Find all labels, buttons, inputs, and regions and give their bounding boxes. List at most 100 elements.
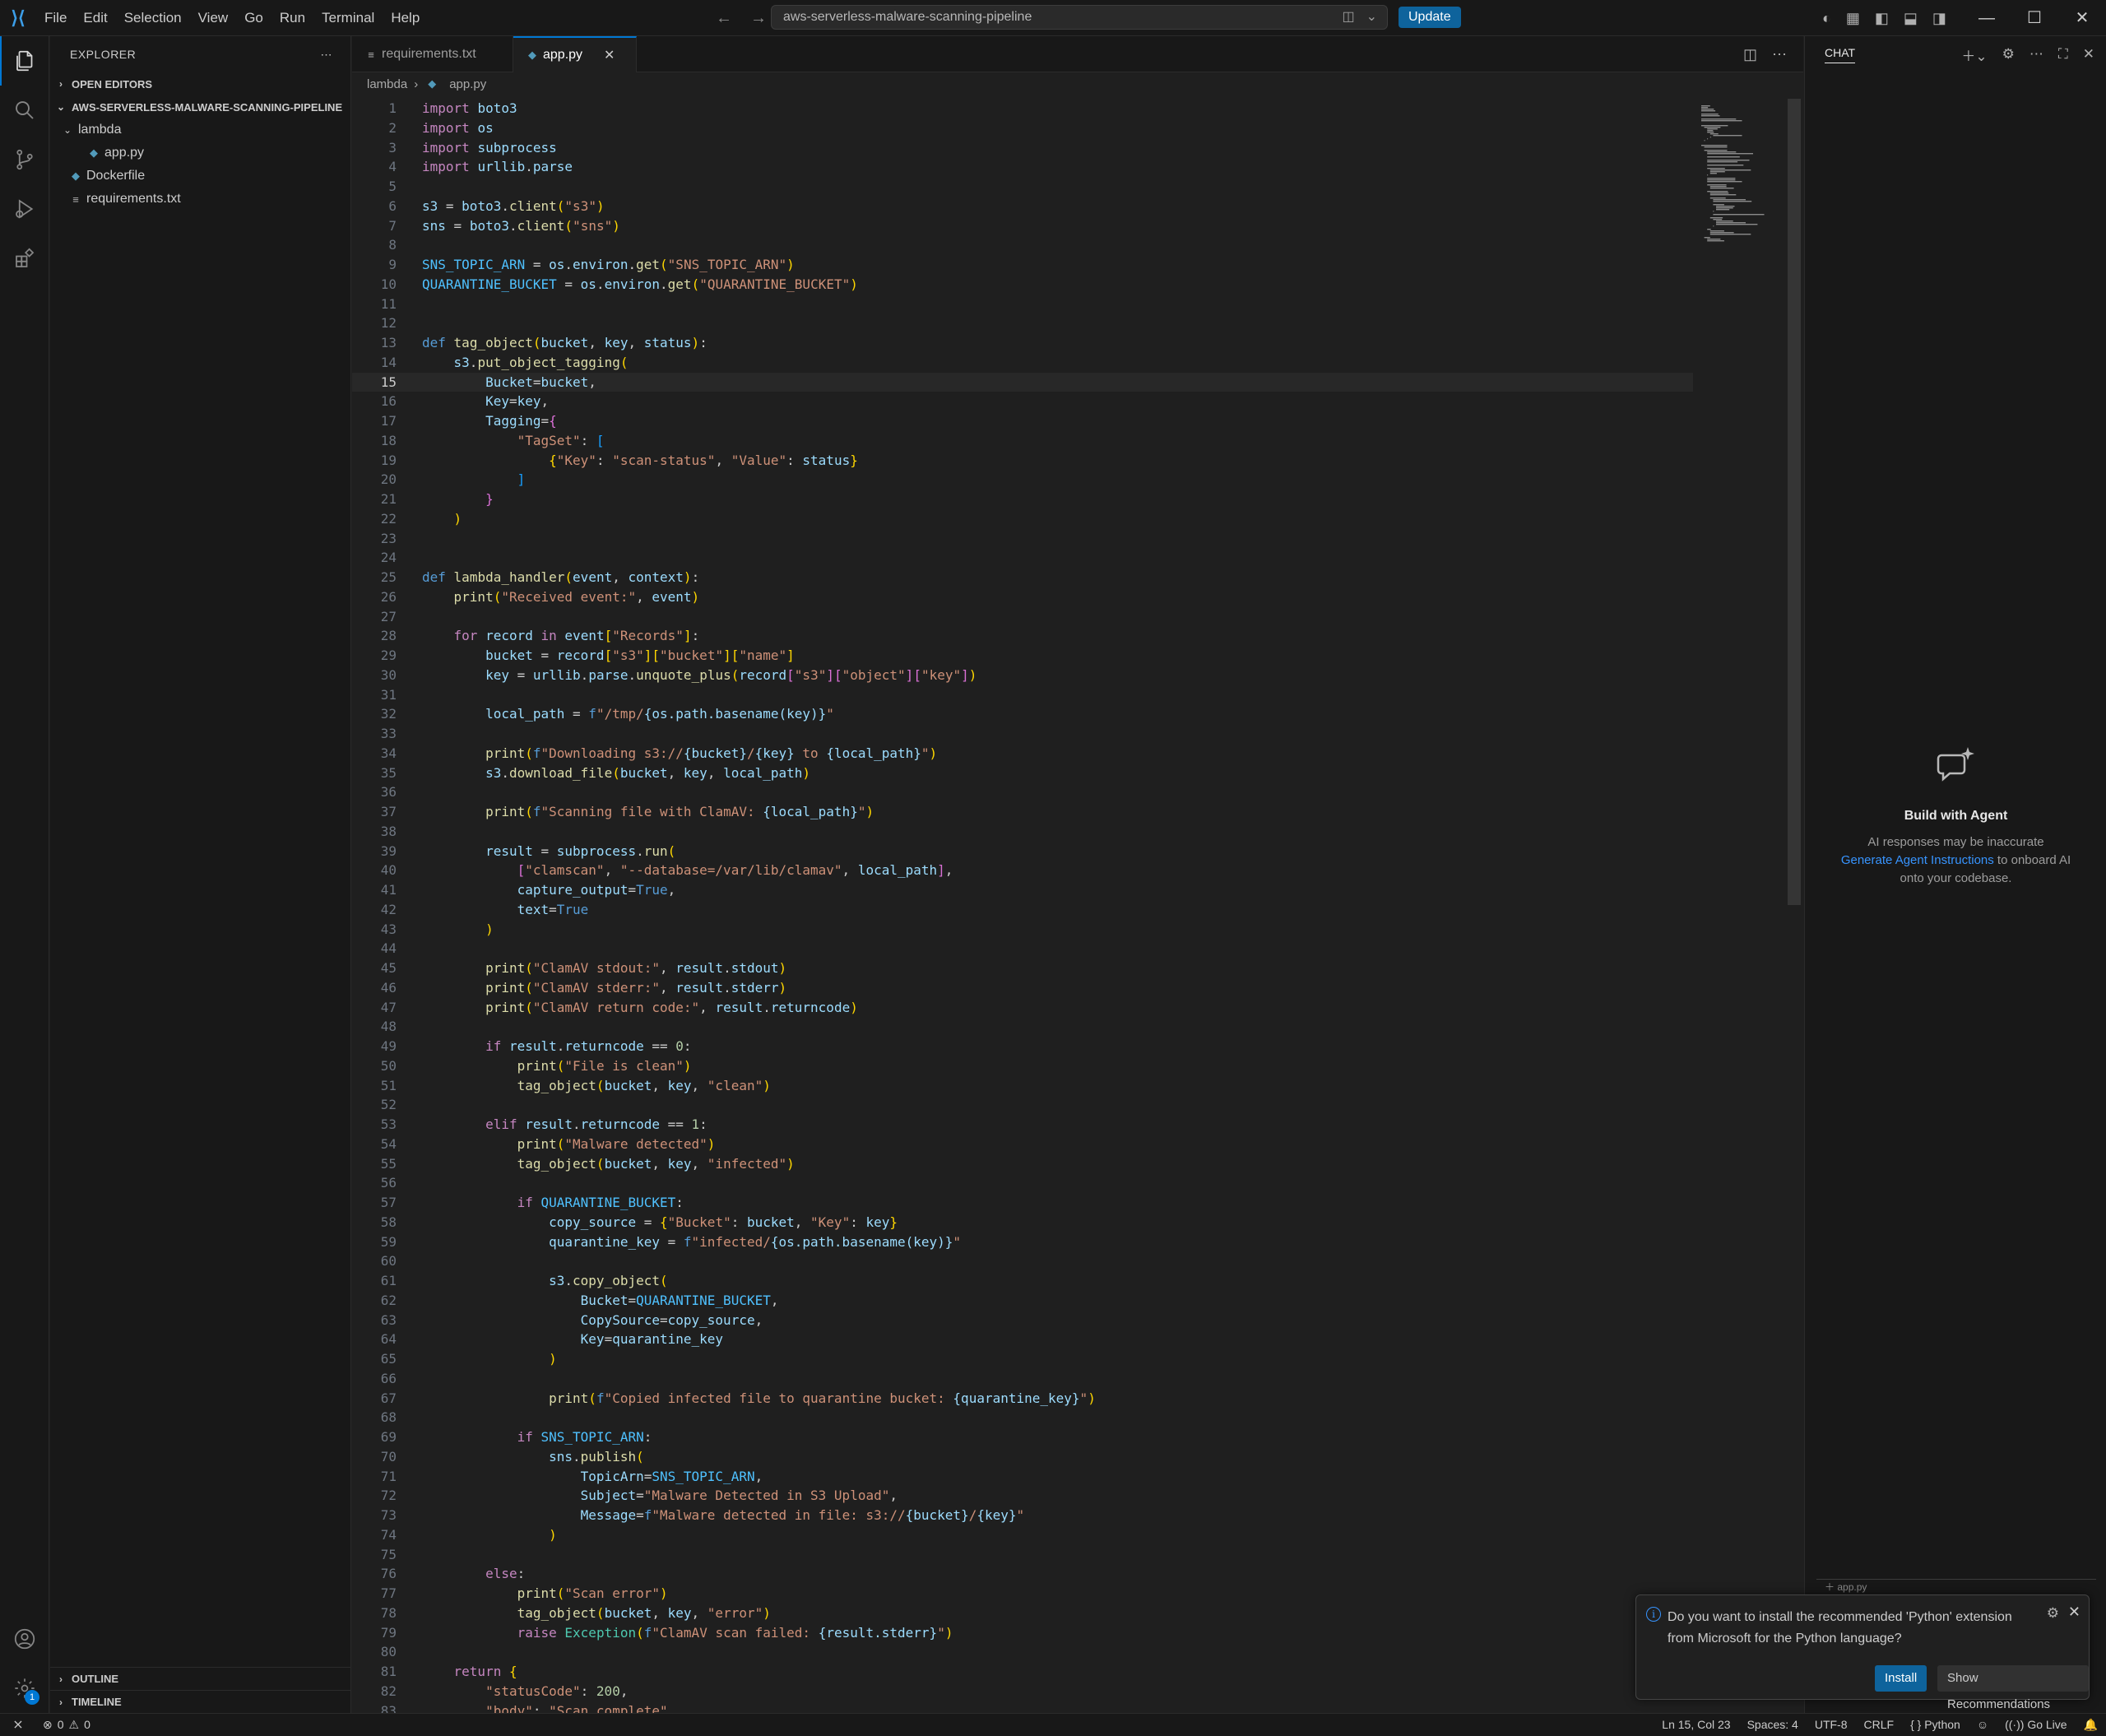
- source-control-icon[interactable]: [0, 135, 49, 184]
- install-button[interactable]: Install: [1875, 1665, 1927, 1692]
- code-line[interactable]: 28 for record in event["Records"]:: [352, 626, 1693, 646]
- chat-tab[interactable]: CHAT: [1825, 46, 1856, 63]
- code-line[interactable]: 53 elif result.returncode == 1:: [352, 1115, 1693, 1135]
- code-line[interactable]: 26 print("Received event:", event): [352, 587, 1693, 607]
- code-line[interactable]: 40 ["clamscan", "--database=/var/lib/cla…: [352, 861, 1693, 880]
- code-line[interactable]: 31: [352, 685, 1693, 705]
- code-line[interactable]: 45 print("ClamAV stdout:", result.stdout…: [352, 959, 1693, 978]
- more-actions-icon[interactable]: ⋯: [2029, 46, 2043, 63]
- code-line[interactable]: 22 ): [352, 509, 1693, 529]
- code-line[interactable]: 75: [352, 1545, 1693, 1565]
- tab-requirements-txt[interactable]: ≡ requirements.txt: [352, 36, 513, 72]
- more-actions-icon[interactable]: ⋯: [321, 48, 333, 62]
- tree-item-app-py[interactable]: ◆ app.py: [50, 142, 350, 165]
- code-line[interactable]: 78 tag_object(bucket, key, "error"): [352, 1604, 1693, 1623]
- menu-file[interactable]: File: [36, 0, 75, 36]
- code-line[interactable]: 74 ): [352, 1525, 1693, 1545]
- menu-go[interactable]: Go: [236, 0, 271, 36]
- code-line[interactable]: 1 import boto3: [352, 99, 1693, 118]
- code-line[interactable]: 60: [352, 1251, 1693, 1271]
- code-line[interactable]: 27: [352, 607, 1693, 627]
- copilot-icon[interactable]: ◐: [1822, 10, 1831, 27]
- code-line[interactable]: 20 ]: [352, 470, 1693, 490]
- code-line[interactable]: 80: [352, 1642, 1693, 1662]
- code-line[interactable]: 35 s3.download_file(bucket, key, local_p…: [352, 764, 1693, 783]
- code-line[interactable]: 2 import os: [352, 118, 1693, 138]
- code-line[interactable]: 51 tag_object(bucket, key, "clean"): [352, 1076, 1693, 1096]
- code-line[interactable]: 59 quarantine_key = f"infected/{os.path.…: [352, 1232, 1693, 1252]
- code-line[interactable]: 36: [352, 782, 1693, 802]
- code-line[interactable]: 46 print("ClamAV stderr:", result.stderr…: [352, 978, 1693, 998]
- code-line[interactable]: 23: [352, 529, 1693, 549]
- code-line[interactable]: 33: [352, 724, 1693, 744]
- menu-help[interactable]: Help: [383, 0, 428, 36]
- new-chat-icon[interactable]: ＋⌄: [1961, 44, 1987, 65]
- code-line[interactable]: 42 text=True: [352, 900, 1693, 920]
- breadcrumb-file[interactable]: app.py: [449, 77, 486, 91]
- notifications-bell-icon[interactable]: 🔔: [2076, 1714, 2106, 1736]
- maximize-icon[interactable]: ☐: [2011, 0, 2058, 36]
- more-actions-icon[interactable]: ⋯: [1772, 46, 1787, 63]
- code-line[interactable]: 6 s3 = boto3.client("s3"): [352, 197, 1693, 216]
- search-icon[interactable]: [0, 86, 49, 135]
- menu-selection[interactable]: Selection: [116, 0, 190, 36]
- code-line[interactable]: 72 Subject="Malware Detected in S3 Uploa…: [352, 1486, 1693, 1506]
- code-line[interactable]: 17 Tagging={: [352, 411, 1693, 431]
- code-line[interactable]: 15 Bucket=bucket,: [352, 372, 1693, 392]
- toggle-secondary-sidebar-icon[interactable]: ◨: [1932, 10, 1946, 27]
- end-of-line[interactable]: CRLF: [1856, 1714, 1903, 1736]
- close-notification-icon[interactable]: ✕: [2068, 1604, 2080, 1621]
- code-line[interactable]: 49 if result.returncode == 0:: [352, 1037, 1693, 1056]
- show-recommendations-button[interactable]: Show Recommendations: [1937, 1665, 2089, 1711]
- code-line[interactable]: 30 key = urllib.parse.unquote_plus(recor…: [352, 666, 1693, 685]
- code-line[interactable]: 69 if SNS_TOPIC_ARN:: [352, 1427, 1693, 1447]
- cursor-position[interactable]: Ln 15, Col 23: [1654, 1714, 1738, 1736]
- code-line[interactable]: 61 s3.copy_object(: [352, 1271, 1693, 1291]
- code-line[interactable]: 11: [352, 295, 1693, 314]
- copilot-status-icon[interactable]: ☺: [1969, 1714, 1997, 1736]
- add-context-icon[interactable]: ＋: [1825, 1581, 1835, 1593]
- breadcrumb-folder[interactable]: lambda: [367, 77, 407, 91]
- code-line[interactable]: 47 print("ClamAV return code:", result.r…: [352, 998, 1693, 1018]
- code-line[interactable]: 43 ): [352, 920, 1693, 940]
- close-window-icon[interactable]: ✕: [2058, 0, 2106, 36]
- editor-scrollbar[interactable]: [1788, 99, 1801, 905]
- minimize-icon[interactable]: —: [1963, 0, 2011, 36]
- run-debug-icon[interactable]: [0, 184, 49, 234]
- code-line[interactable]: 24: [352, 548, 1693, 568]
- update-button[interactable]: Update: [1399, 7, 1461, 28]
- account-icon[interactable]: [0, 1614, 49, 1664]
- code-line[interactable]: 57 if QUARANTINE_BUCKET:: [352, 1193, 1693, 1213]
- open-editors-section[interactable]: › OPEN EDITORS: [50, 72, 350, 95]
- code-line[interactable]: 63 CopySource=copy_source,: [352, 1311, 1693, 1330]
- code-line[interactable]: 4 import urllib.parse: [352, 157, 1693, 177]
- copilot-chat-icon[interactable]: ◫: [1342, 8, 1354, 25]
- code-line[interactable]: 54 print("Malware detected"): [352, 1135, 1693, 1154]
- close-panel-icon[interactable]: ✕: [2083, 46, 2094, 63]
- go-live-button[interactable]: ((·)) Go Live: [1997, 1714, 2075, 1736]
- menu-view[interactable]: View: [190, 0, 237, 36]
- toggle-panel-icon[interactable]: ⬓: [1904, 10, 1918, 27]
- code-line[interactable]: 55 tag_object(bucket, key, "infected"): [352, 1154, 1693, 1174]
- notification-gear-icon[interactable]: ⚙: [2047, 1605, 2059, 1622]
- code-line[interactable]: 10 QUARANTINE_BUCKET = os.environ.get("QU…: [352, 275, 1693, 295]
- code-line[interactable]: 34 print(f"Downloading s3://{bucket}/{ke…: [352, 744, 1693, 764]
- project-folder-section[interactable]: ⌄ AWS-SERVERLESS-MALWARE-SCANNING-PIPELI…: [50, 95, 350, 118]
- timeline-section[interactable]: › TIMELINE: [50, 1690, 350, 1713]
- code-line[interactable]: 71 TopicArn=SNS_TOPIC_ARN,: [352, 1467, 1693, 1487]
- problems-indicator[interactable]: ⊗ 0 ⚠ 0: [43, 1714, 90, 1736]
- code-line[interactable]: 58 copy_source = {"Bucket": bucket, "Key…: [352, 1213, 1693, 1232]
- forward-arrow-icon[interactable]: →: [750, 9, 767, 28]
- code-editor[interactable]: 1 import boto3 2 import os 3 import subproces…: [352, 99, 1693, 1713]
- code-line[interactable]: 25 def lambda_handler(event, context):: [352, 568, 1693, 587]
- menu-terminal[interactable]: Terminal: [313, 0, 383, 36]
- code-line[interactable]: 83 "body": "Scan complete": [352, 1701, 1693, 1714]
- code-line[interactable]: 38: [352, 822, 1693, 842]
- chat-settings-gear-icon[interactable]: ⚙: [2002, 46, 2015, 63]
- code-line[interactable]: 77 print("Scan error"): [352, 1584, 1693, 1604]
- split-editor-icon[interactable]: ◫: [1743, 46, 1757, 63]
- code-line[interactable]: 8: [352, 235, 1693, 255]
- code-line[interactable]: 9 SNS_TOPIC_ARN = os.environ.get("SNS_TOP…: [352, 255, 1693, 275]
- code-line[interactable]: 76 else:: [352, 1564, 1693, 1584]
- code-line[interactable]: 44: [352, 939, 1693, 959]
